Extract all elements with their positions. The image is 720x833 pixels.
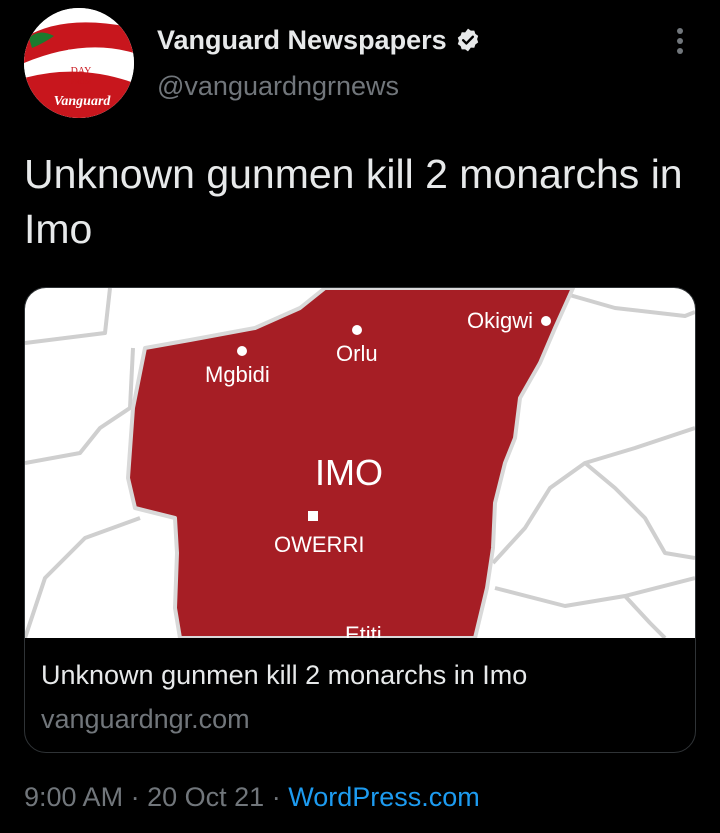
- avatar-text-independence: INDEPENDENCE: [51, 57, 112, 66]
- avatar-text-day: DAY: [71, 66, 92, 77]
- map-label-mgbidi: Mgbidi: [205, 362, 270, 387]
- meta-separator: ·: [271, 782, 281, 812]
- avatar-image: HAPPY INDEPENDENCE DAY FROM Vanguard: [24, 8, 134, 118]
- map-label-imo: IMO: [315, 452, 383, 493]
- account-name[interactable]: Vanguard Newspapers: [157, 25, 447, 56]
- map-label-okigwi: Okigwi: [467, 308, 533, 333]
- meta-separator: ·: [130, 782, 140, 812]
- card-domain: vanguardngr.com: [41, 704, 250, 734]
- map-label-orlu: Orlu: [336, 341, 378, 366]
- link-card[interactable]: Okigwi Orlu Mgbidi IMO OWERRI Etiti Unkn…: [24, 287, 696, 753]
- card-image-map[interactable]: Okigwi Orlu Mgbidi IMO OWERRI Etiti: [25, 288, 695, 638]
- tweet-source-link[interactable]: WordPress.com: [288, 782, 480, 812]
- more-options-icon[interactable]: [666, 26, 694, 56]
- card-title[interactable]: Unknown gunmen kill 2 monarchs in Imo: [41, 660, 527, 691]
- map-label-owerri: OWERRI: [274, 532, 364, 557]
- tweet-text: Unknown gunmen kill 2 monarchs in Imo: [24, 151, 683, 252]
- tweet-date[interactable]: 20 Oct 21: [147, 782, 264, 812]
- tweet-meta: 9:00 AM · 20 Oct 21 · WordPress.com: [24, 782, 480, 813]
- profile-avatar[interactable]: HAPPY INDEPENDENCE DAY FROM Vanguard: [24, 8, 134, 118]
- avatar-text-from: FROM: [71, 78, 92, 86]
- verified-badge-icon: [457, 28, 478, 52]
- map-label-etiti: Etiti: [345, 622, 382, 638]
- avatar-text-happy: HAPPY: [68, 48, 94, 57]
- avatar-text-brand: Vanguard: [54, 94, 112, 109]
- account-handle[interactable]: @vanguardngrnews: [157, 71, 399, 102]
- account-name-row[interactable]: Vanguard Newspapers: [157, 22, 481, 58]
- tweet-time[interactable]: 9:00 AM: [24, 782, 123, 812]
